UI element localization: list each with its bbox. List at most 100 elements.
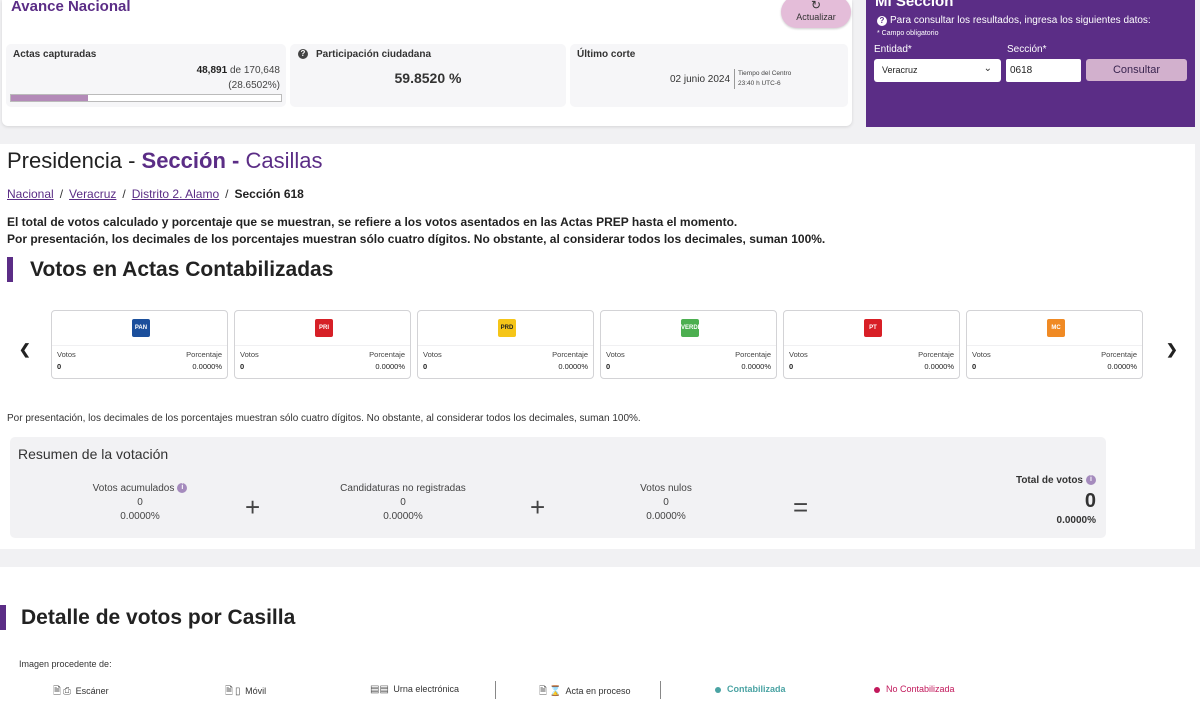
total-pct: 0.0000% — [1056, 515, 1096, 526]
entidad-select[interactable]: Veracruz ⌄ — [874, 59, 1001, 82]
percent-value: 0.0000% — [558, 362, 588, 371]
party-card[interactable]: PRD Votos Porcentaje 0 0.0000% — [417, 310, 594, 379]
corte-title: Último corte — [577, 49, 636, 60]
percent-label: Porcentaje — [918, 350, 954, 359]
votes-value: 0 — [606, 362, 611, 371]
breadcrumb-current: Sección 618 — [234, 187, 304, 201]
breadcrumb-nacional[interactable]: Nacional — [7, 187, 54, 201]
total-label: Total de votos — [1015, 475, 1083, 486]
party-card[interactable]: PRI Votos Porcentaje 0 0.0000% — [234, 310, 411, 379]
resumen-title: Resumen de la votación — [18, 446, 169, 462]
percent-label: Porcentaje — [186, 350, 222, 359]
plus-icon: + — [530, 492, 546, 522]
tz-line1: Tiempo del Centro — [738, 70, 792, 77]
party-logo-icon: VERDE — [681, 319, 702, 337]
actas-captured: 48,891 — [196, 65, 228, 76]
percent-label: Porcentaje — [369, 350, 405, 359]
tz-line2: 23:40 h UTC-6 — [738, 80, 781, 87]
detalle-title: Detalle de votos por Casilla — [0, 605, 295, 630]
breadcrumb-veracruz[interactable]: Veracruz — [69, 187, 116, 201]
votes-value: 0 — [789, 362, 794, 371]
carousel-next-icon[interactable]: ❯ — [1166, 341, 1178, 358]
party-logo-icon: MC — [1047, 319, 1065, 337]
no-registradas-pct: 0.0000% — [383, 511, 423, 522]
info-icon[interactable]: i — [177, 483, 188, 494]
total-votos: Total de votos i 0 0.0000% — [1016, 475, 1096, 526]
legend-contabilizada-label: Contabilizada — [727, 684, 786, 694]
breadcrumb-separator: / — [122, 187, 126, 201]
info-icon[interactable]: i — [1086, 475, 1096, 486]
printer-icon: ⎙ — [63, 686, 72, 697]
votes-value: 0 — [972, 362, 977, 371]
info-text: Para consultar los resultados, ingresa l… — [890, 15, 1151, 26]
entidad-label: Entidad* — [874, 44, 912, 55]
party-logo-icon: PAN — [132, 319, 150, 337]
votes-label: Votos — [789, 350, 808, 359]
percent-value: 0.0000% — [1107, 362, 1137, 371]
actas-of: de — [229, 65, 242, 76]
actas-title: Actas capturadas — [13, 49, 97, 60]
ultimo-corte-card: Último corte 02 junio 2024 Tiempo del Ce… — [570, 44, 848, 107]
mi-seccion-info: ? Para consultar los resultados, ingresa … — [877, 15, 1151, 26]
seccion-label: Sección* — [1007, 44, 1047, 55]
party-card[interactable]: PT Votos Porcentaje 0 0.0000% — [783, 310, 960, 379]
no-registradas-label: Candidaturas no registradas — [340, 483, 466, 494]
legend-escaner-label: Escáner — [75, 686, 109, 696]
carousel-prev-icon[interactable]: ❮ — [19, 341, 31, 358]
notice-line2: Por presentación, los decimales de los p… — [7, 232, 826, 246]
ballot-box-icon: ▤▤ — [370, 684, 389, 695]
document-icon: 🗎 — [225, 686, 234, 697]
card-divider — [601, 345, 776, 346]
votes-value: 0 — [57, 362, 62, 371]
party-card[interactable]: MC Votos Porcentaje 0 0.0000% — [966, 310, 1143, 379]
status-dot-icon — [874, 686, 880, 693]
percent-label: Porcentaje — [735, 350, 771, 359]
detalle-section: Detalle de votos por Casilla Imagen proc… — [0, 567, 1200, 712]
help-icon[interactable]: ? — [298, 49, 308, 59]
legend-no-contabilizada: No Contabilizada — [874, 684, 955, 694]
mi-seccion-panel: Mi Sección ? Para consultar los resultado… — [866, 0, 1195, 127]
party-logo-icon: PT — [864, 319, 882, 337]
required-note: * Campo obligatorio — [877, 30, 939, 37]
breadcrumb-separator: / — [225, 187, 229, 201]
legend-proceso: 🗎 ⌛ Acta en proceso — [539, 684, 631, 701]
footnote: Por presentación, los decimales de los p… — [7, 413, 641, 424]
actas-capturadas-card: Actas capturadas 48,891 de 170,648 (28.6… — [6, 44, 286, 107]
card-divider — [418, 345, 593, 346]
participacion-card: ? Participación ciudadana 59.8520 % — [290, 44, 566, 107]
card-divider — [52, 345, 227, 346]
participacion-title: Participación ciudadana — [316, 49, 432, 60]
no-registradas-value: 0 — [400, 497, 406, 508]
seccion-input[interactable] — [1006, 59, 1081, 82]
notice-line1: El total de votos calculado y porcentaje… — [7, 215, 738, 229]
percent-value: 0.0000% — [375, 362, 405, 371]
votes-label: Votos — [423, 350, 442, 359]
title-part1: Presidencia - — [7, 148, 136, 173]
party-card[interactable]: VERDE Votos Porcentaje 0 0.0000% — [600, 310, 777, 379]
votes-value: 0 — [423, 362, 428, 371]
acumulados-pct: 0.0000% — [120, 511, 160, 522]
document-icon: 🗎 — [539, 686, 548, 697]
party-card[interactable]: PAN Votos Porcentaje 0 0.0000% — [51, 310, 228, 379]
actas-count: 48,891 de 170,648 (28.6502%) — [197, 63, 280, 93]
acumulados-label: Votos acumulados — [92, 483, 175, 494]
notice-text: El total de votos calculado y porcentaje… — [7, 214, 825, 248]
breadcrumb-distrito[interactable]: Distrito 2. Alamo — [132, 187, 219, 201]
nulos-pct: 0.0000% — [646, 511, 686, 522]
actas-progress-bar — [10, 94, 282, 102]
consultar-button[interactable]: Consultar — [1086, 59, 1187, 81]
percent-value: 0.0000% — [924, 362, 954, 371]
refresh-button[interactable]: ↻ Actualizar — [781, 0, 851, 28]
legend-no-contabilizada-label: No Contabilizada — [886, 684, 955, 694]
card-divider — [235, 345, 410, 346]
candidaturas-no-registradas: Candidaturas no registradas 0 0.0000% — [323, 482, 483, 524]
breadcrumb: Nacional / Veracruz / Distrito 2. Alamo / Secc… — [7, 187, 304, 201]
total-label-row: Total de votos i — [1016, 475, 1096, 486]
votes-label: Votos — [240, 350, 259, 359]
legend-proceso-label: Acta en proceso — [565, 686, 631, 696]
document-icon: 🗎 — [53, 686, 62, 697]
refresh-label: Actualizar — [796, 12, 836, 22]
legend-movil: 🗎 ▯ Móvil — [225, 684, 266, 701]
hourglass-icon: ⌛ — [549, 686, 562, 697]
title-part2: Sección - — [141, 148, 240, 173]
